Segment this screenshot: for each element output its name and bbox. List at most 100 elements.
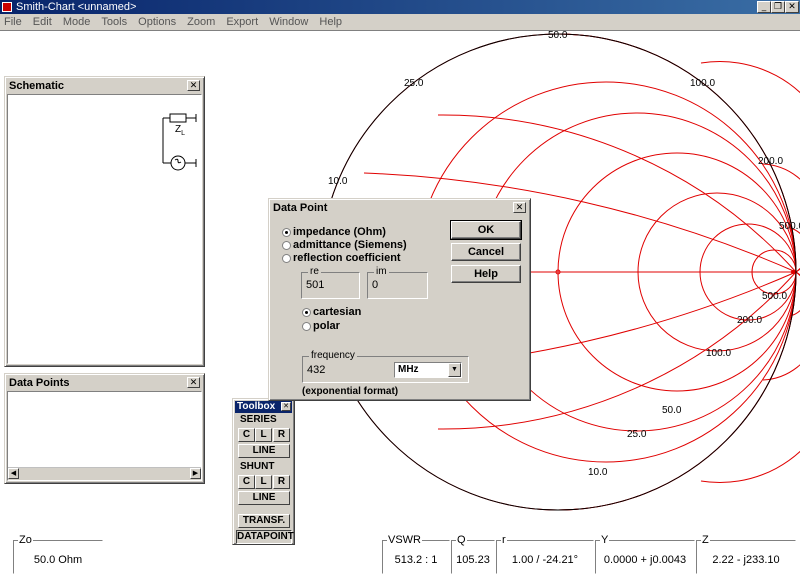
- shunt-line-button[interactable]: LINE: [238, 491, 290, 505]
- frequency-label: frequency: [309, 350, 357, 361]
- label-x200-bottom: 200.0: [737, 315, 762, 326]
- cartesian-label[interactable]: cartesian: [313, 306, 361, 318]
- impedance-radio[interactable]: [282, 228, 291, 237]
- y-box: Y 0.0000 + j0.0043: [595, 534, 695, 574]
- label-x100-top: 100.0: [690, 78, 715, 89]
- re-label: re: [308, 266, 321, 277]
- menu-help[interactable]: Help: [315, 14, 346, 30]
- q-box: Q 105.23: [451, 534, 495, 574]
- datapoints-title: Data Points: [7, 376, 202, 390]
- series-r-button[interactable]: R: [273, 428, 290, 442]
- help-button[interactable]: Help: [451, 265, 521, 283]
- label-x100-bottom: 100.0: [706, 348, 731, 359]
- reflection-radio[interactable]: [282, 254, 291, 263]
- close-button[interactable]: ✕: [785, 1, 799, 13]
- dialog-close-button[interactable]: ✕: [513, 202, 526, 213]
- menu-mode[interactable]: Mode: [59, 14, 95, 30]
- z-label: Z: [701, 534, 710, 546]
- zo-value: 50.0 Ohm: [33, 554, 83, 566]
- frequency-unit-value: MHz: [398, 364, 419, 375]
- schematic-circuit: [162, 113, 197, 171]
- label-x25-bottom: 25.0: [627, 429, 647, 440]
- schematic-close-button[interactable]: ✕: [187, 80, 200, 91]
- datapoints-list[interactable]: ◀ ▶: [7, 391, 202, 481]
- z-value: 2.22 - j233.10: [712, 554, 780, 566]
- shunt-c-button[interactable]: C: [238, 475, 255, 489]
- reflection-label[interactable]: reflection coefficient: [293, 252, 401, 264]
- im-field[interactable]: 0: [372, 279, 378, 291]
- impedance-label[interactable]: impedance (Ohm): [293, 226, 386, 238]
- label-x50-bottom: 50.0: [662, 405, 682, 416]
- im-group: im 0: [367, 266, 428, 299]
- im-label: im: [374, 266, 389, 277]
- admittance-label[interactable]: admittance (Siemens): [293, 239, 407, 251]
- zo-box: Zo 50.0 Ohm: [13, 534, 103, 574]
- app-title: Smith-Chart <unnamed>: [16, 1, 137, 13]
- load-label: ZL: [175, 124, 186, 137]
- label-x10-bottom: 10.0: [588, 467, 608, 478]
- schematic-window[interactable]: Schematic ✕ ZL: [4, 76, 205, 367]
- frequency-field[interactable]: 432: [307, 364, 325, 376]
- y-label: Y: [600, 534, 610, 546]
- restore-button[interactable]: ❐: [771, 1, 785, 13]
- toolbox-window[interactable]: Toolbox ✕ SERIES C L R LINE SHUNT C L R …: [232, 398, 295, 545]
- app-title-bar[interactable]: Smith-Chart <unnamed> _ ❐ ✕: [0, 0, 800, 14]
- zo-label: Zo: [18, 534, 33, 546]
- menu-tools[interactable]: Tools: [97, 14, 131, 30]
- scroll-left-icon[interactable]: ◀: [8, 468, 19, 479]
- shunt-l-button[interactable]: L: [255, 475, 272, 489]
- y-value: 0.0000 + j0.0043: [603, 554, 687, 566]
- schematic-canvas[interactable]: ZL: [7, 94, 202, 364]
- vswr-box: VSWR 513.2 : 1: [382, 534, 450, 574]
- menu-zoom[interactable]: Zoom: [183, 14, 219, 30]
- series-line-button[interactable]: LINE: [238, 444, 290, 458]
- app-icon: [2, 2, 12, 12]
- label-x10-top: 10.0: [328, 176, 348, 187]
- dialog-title: Data Point: [271, 201, 528, 215]
- label-x500-top: 500.0: [779, 221, 800, 232]
- transformer-button[interactable]: TRANSF.: [238, 514, 290, 528]
- ok-button[interactable]: OK: [450, 220, 522, 240]
- horizontal-scrollbar[interactable]: ◀ ▶: [8, 467, 201, 480]
- re-group: re 501: [301, 266, 360, 299]
- polar-label[interactable]: polar: [313, 320, 340, 332]
- frequency-unit-select[interactable]: MHz ▼: [394, 362, 462, 378]
- scroll-right-icon[interactable]: ▶: [190, 468, 201, 479]
- menu-export[interactable]: Export: [222, 14, 262, 30]
- minimize-button[interactable]: _: [757, 1, 771, 13]
- data-point-marker: [791, 270, 795, 274]
- exponential-note: (exponential format): [302, 386, 399, 397]
- vswr-value: 513.2 : 1: [394, 554, 438, 566]
- schematic-title: Schematic: [7, 79, 202, 93]
- menu-options[interactable]: Options: [134, 14, 180, 30]
- label-x200-top: 200.0: [758, 156, 783, 167]
- series-l-button[interactable]: L: [255, 428, 272, 442]
- r-value: 1.00 / -24.21°: [511, 554, 579, 566]
- re-field[interactable]: 501: [306, 279, 324, 291]
- admittance-radio[interactable]: [282, 241, 291, 250]
- menu-file[interactable]: File: [0, 14, 26, 30]
- datapoints-window[interactable]: Data Points ✕ ◀ ▶: [4, 373, 205, 484]
- datapoint-button[interactable]: DATAPOINT: [236, 530, 294, 544]
- menu-window[interactable]: Window: [265, 14, 312, 30]
- q-value: 105.23: [456, 554, 490, 566]
- q-label: Q: [456, 534, 467, 546]
- polar-radio[interactable]: [302, 322, 311, 331]
- frequency-group: frequency 432 MHz ▼: [302, 350, 469, 383]
- label-x25-top: 25.0: [404, 78, 424, 89]
- menu-bar: File Edit Mode Tools Options Zoom Export…: [0, 14, 800, 31]
- label-x500-bottom: 500.0: [762, 291, 787, 302]
- cancel-button[interactable]: Cancel: [451, 243, 521, 261]
- toolbox-close-button[interactable]: ✕: [281, 402, 291, 411]
- shunt-label: SHUNT: [240, 461, 275, 472]
- series-c-button[interactable]: C: [238, 428, 255, 442]
- menu-edit[interactable]: Edit: [29, 14, 56, 30]
- cartesian-radio[interactable]: [302, 308, 311, 317]
- vswr-label: VSWR: [387, 534, 422, 546]
- datapoints-close-button[interactable]: ✕: [187, 377, 200, 388]
- datapoint-dialog[interactable]: Data Point ✕ impedance (Ohm) admittance …: [268, 198, 531, 401]
- shunt-r-button[interactable]: R: [273, 475, 290, 489]
- chevron-down-icon[interactable]: ▼: [448, 363, 461, 377]
- z-box: Z 2.22 - j233.10: [696, 534, 796, 574]
- series-label: SERIES: [240, 414, 277, 425]
